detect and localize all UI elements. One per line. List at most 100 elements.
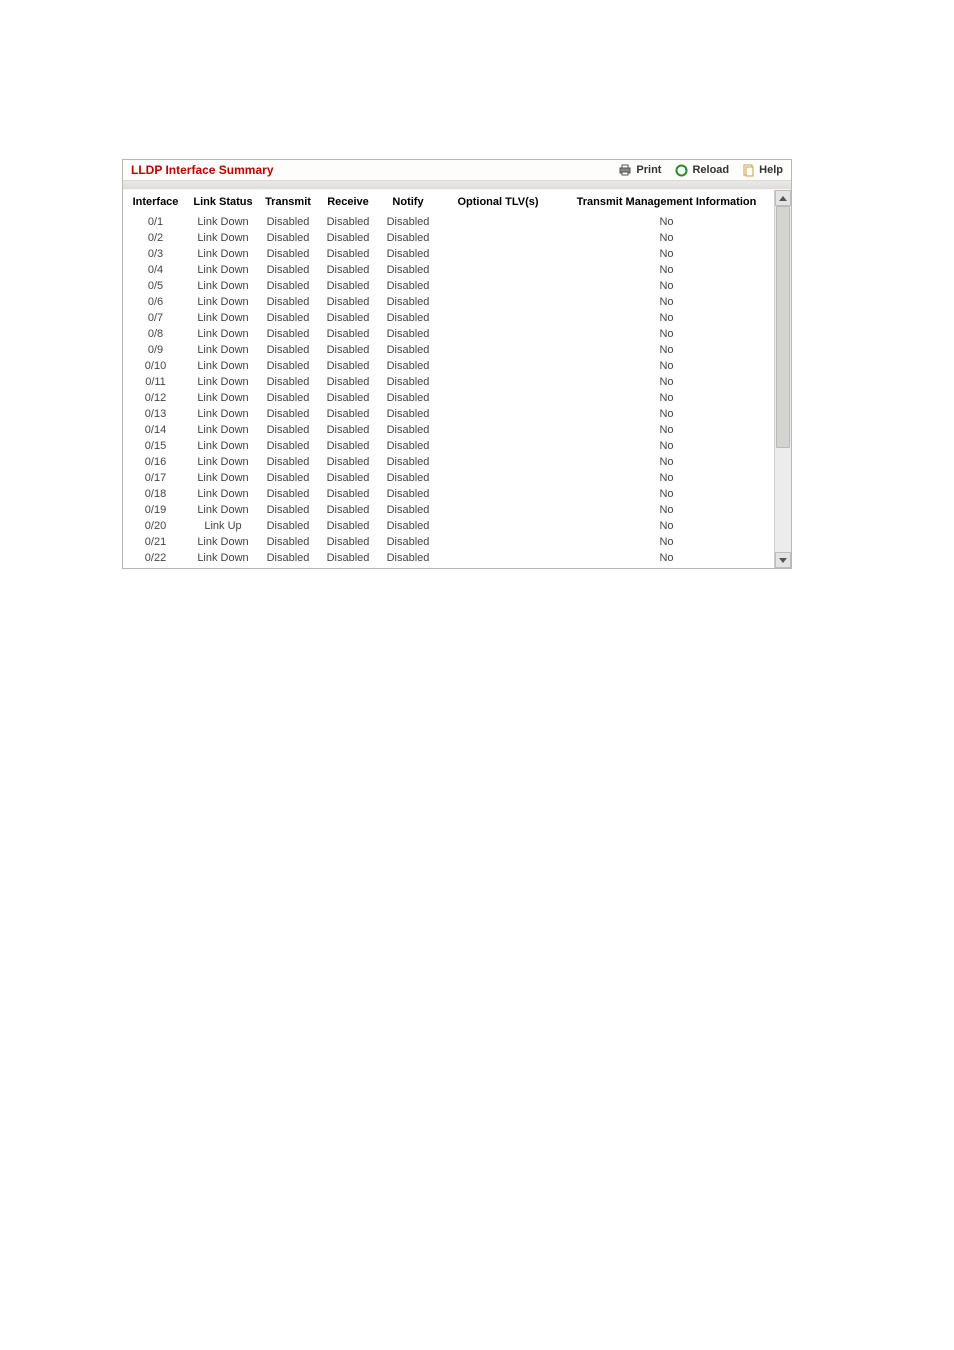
cell-notify: Disabled	[378, 246, 438, 262]
cell-tx-mgmt: No	[558, 294, 775, 310]
cell-link-status: Link Down	[188, 454, 258, 470]
cell-tx-mgmt: No	[558, 390, 775, 406]
table-row[interactable]: 0/13Link DownDisabledDisabledDisabledNo	[123, 406, 775, 422]
col-tx-mgmt: Transmit Management Information	[558, 190, 775, 214]
print-icon	[618, 164, 632, 176]
cell-interface: 0/13	[123, 406, 188, 422]
scroll-up-button[interactable]	[775, 190, 791, 206]
page-title: LLDP Interface Summary	[131, 163, 274, 177]
table-row[interactable]: 0/3Link DownDisabledDisabledDisabledNo	[123, 246, 775, 262]
cell-receive: Disabled	[318, 214, 378, 230]
cell-optional-tlv	[438, 326, 558, 342]
table-row[interactable]: 0/23Link DownDisabledDisabledDisabledNo	[123, 566, 775, 568]
table-row[interactable]: 0/5Link DownDisabledDisabledDisabledNo	[123, 278, 775, 294]
cell-transmit: Disabled	[258, 326, 318, 342]
scroll-thumb[interactable]	[776, 206, 790, 448]
cell-interface: 0/14	[123, 422, 188, 438]
table-row[interactable]: 0/19Link DownDisabledDisabledDisabledNo	[123, 502, 775, 518]
vertical-scrollbar[interactable]	[774, 190, 791, 568]
cell-tx-mgmt: No	[558, 342, 775, 358]
cell-transmit: Disabled	[258, 534, 318, 550]
cell-tx-mgmt: No	[558, 278, 775, 294]
table-row[interactable]: 0/2Link DownDisabledDisabledDisabledNo	[123, 230, 775, 246]
help-icon	[743, 164, 755, 177]
cell-link-status: Link Down	[188, 342, 258, 358]
table-row[interactable]: 0/21Link DownDisabledDisabledDisabledNo	[123, 534, 775, 550]
cell-optional-tlv	[438, 422, 558, 438]
cell-transmit: Disabled	[258, 214, 318, 230]
scroll-track[interactable]	[775, 206, 791, 552]
table-row[interactable]: 0/12Link DownDisabledDisabledDisabledNo	[123, 390, 775, 406]
cell-optional-tlv	[438, 358, 558, 374]
table-row[interactable]: 0/8Link DownDisabledDisabledDisabledNo	[123, 326, 775, 342]
scroll-down-button[interactable]	[775, 552, 791, 568]
cell-notify: Disabled	[378, 310, 438, 326]
reload-label: Reload	[692, 164, 729, 176]
cell-link-status: Link Down	[188, 470, 258, 486]
table-row[interactable]: 0/11Link DownDisabledDisabledDisabledNo	[123, 374, 775, 390]
cell-optional-tlv	[438, 374, 558, 390]
cell-link-status: Link Down	[188, 262, 258, 278]
cell-optional-tlv	[438, 230, 558, 246]
cell-tx-mgmt: No	[558, 422, 775, 438]
cell-interface: 0/7	[123, 310, 188, 326]
print-button[interactable]: Print	[618, 164, 661, 176]
cell-interface: 0/23	[123, 566, 188, 568]
cell-receive: Disabled	[318, 550, 378, 566]
table-row[interactable]: 0/9Link DownDisabledDisabledDisabledNo	[123, 342, 775, 358]
cell-receive: Disabled	[318, 246, 378, 262]
cell-receive: Disabled	[318, 230, 378, 246]
cell-link-status: Link Down	[188, 550, 258, 566]
cell-optional-tlv	[438, 470, 558, 486]
cell-interface: 0/11	[123, 374, 188, 390]
cell-link-status: Link Down	[188, 422, 258, 438]
cell-interface: 0/1	[123, 214, 188, 230]
cell-tx-mgmt: No	[558, 486, 775, 502]
table-row[interactable]: 0/20Link UpDisabledDisabledDisabledNo	[123, 518, 775, 534]
table-header-row: Interface Link Status Transmit Receive N…	[123, 190, 775, 214]
cell-notify: Disabled	[378, 342, 438, 358]
cell-link-status: Link Down	[188, 566, 258, 568]
table-row[interactable]: 0/14Link DownDisabledDisabledDisabledNo	[123, 422, 775, 438]
cell-transmit: Disabled	[258, 278, 318, 294]
cell-tx-mgmt: No	[558, 534, 775, 550]
cell-tx-mgmt: No	[558, 438, 775, 454]
cell-transmit: Disabled	[258, 422, 318, 438]
interface-table: Interface Link Status Transmit Receive N…	[123, 190, 775, 568]
cell-receive: Disabled	[318, 422, 378, 438]
cell-interface: 0/9	[123, 342, 188, 358]
cell-tx-mgmt: No	[558, 502, 775, 518]
table-row[interactable]: 0/22Link DownDisabledDisabledDisabledNo	[123, 550, 775, 566]
table-row[interactable]: 0/17Link DownDisabledDisabledDisabledNo	[123, 470, 775, 486]
cell-notify: Disabled	[378, 358, 438, 374]
cell-transmit: Disabled	[258, 502, 318, 518]
table-row[interactable]: 0/6Link DownDisabledDisabledDisabledNo	[123, 294, 775, 310]
table-row[interactable]: 0/1Link DownDisabledDisabledDisabledNo	[123, 214, 775, 230]
cell-transmit: Disabled	[258, 310, 318, 326]
cell-receive: Disabled	[318, 342, 378, 358]
cell-optional-tlv	[438, 294, 558, 310]
cell-optional-tlv	[438, 262, 558, 278]
cell-receive: Disabled	[318, 518, 378, 534]
cell-notify: Disabled	[378, 534, 438, 550]
table-row[interactable]: 0/10Link DownDisabledDisabledDisabledNo	[123, 358, 775, 374]
table-row[interactable]: 0/18Link DownDisabledDisabledDisabledNo	[123, 486, 775, 502]
cell-optional-tlv	[438, 246, 558, 262]
cell-transmit: Disabled	[258, 406, 318, 422]
panel: LLDP Interface Summary Print Reload Help	[122, 159, 792, 569]
reload-icon	[675, 164, 688, 177]
table-row[interactable]: 0/15Link DownDisabledDisabledDisabledNo	[123, 438, 775, 454]
cell-transmit: Disabled	[258, 294, 318, 310]
cell-receive: Disabled	[318, 502, 378, 518]
cell-receive: Disabled	[318, 326, 378, 342]
col-interface: Interface	[123, 190, 188, 214]
cell-tx-mgmt: No	[558, 566, 775, 568]
reload-button[interactable]: Reload	[675, 164, 729, 177]
table-row[interactable]: 0/16Link DownDisabledDisabledDisabledNo	[123, 454, 775, 470]
help-button[interactable]: Help	[743, 164, 783, 177]
cell-tx-mgmt: No	[558, 358, 775, 374]
cell-interface: 0/8	[123, 326, 188, 342]
table-row[interactable]: 0/4Link DownDisabledDisabledDisabledNo	[123, 262, 775, 278]
table-row[interactable]: 0/7Link DownDisabledDisabledDisabledNo	[123, 310, 775, 326]
cell-link-status: Link Down	[188, 278, 258, 294]
